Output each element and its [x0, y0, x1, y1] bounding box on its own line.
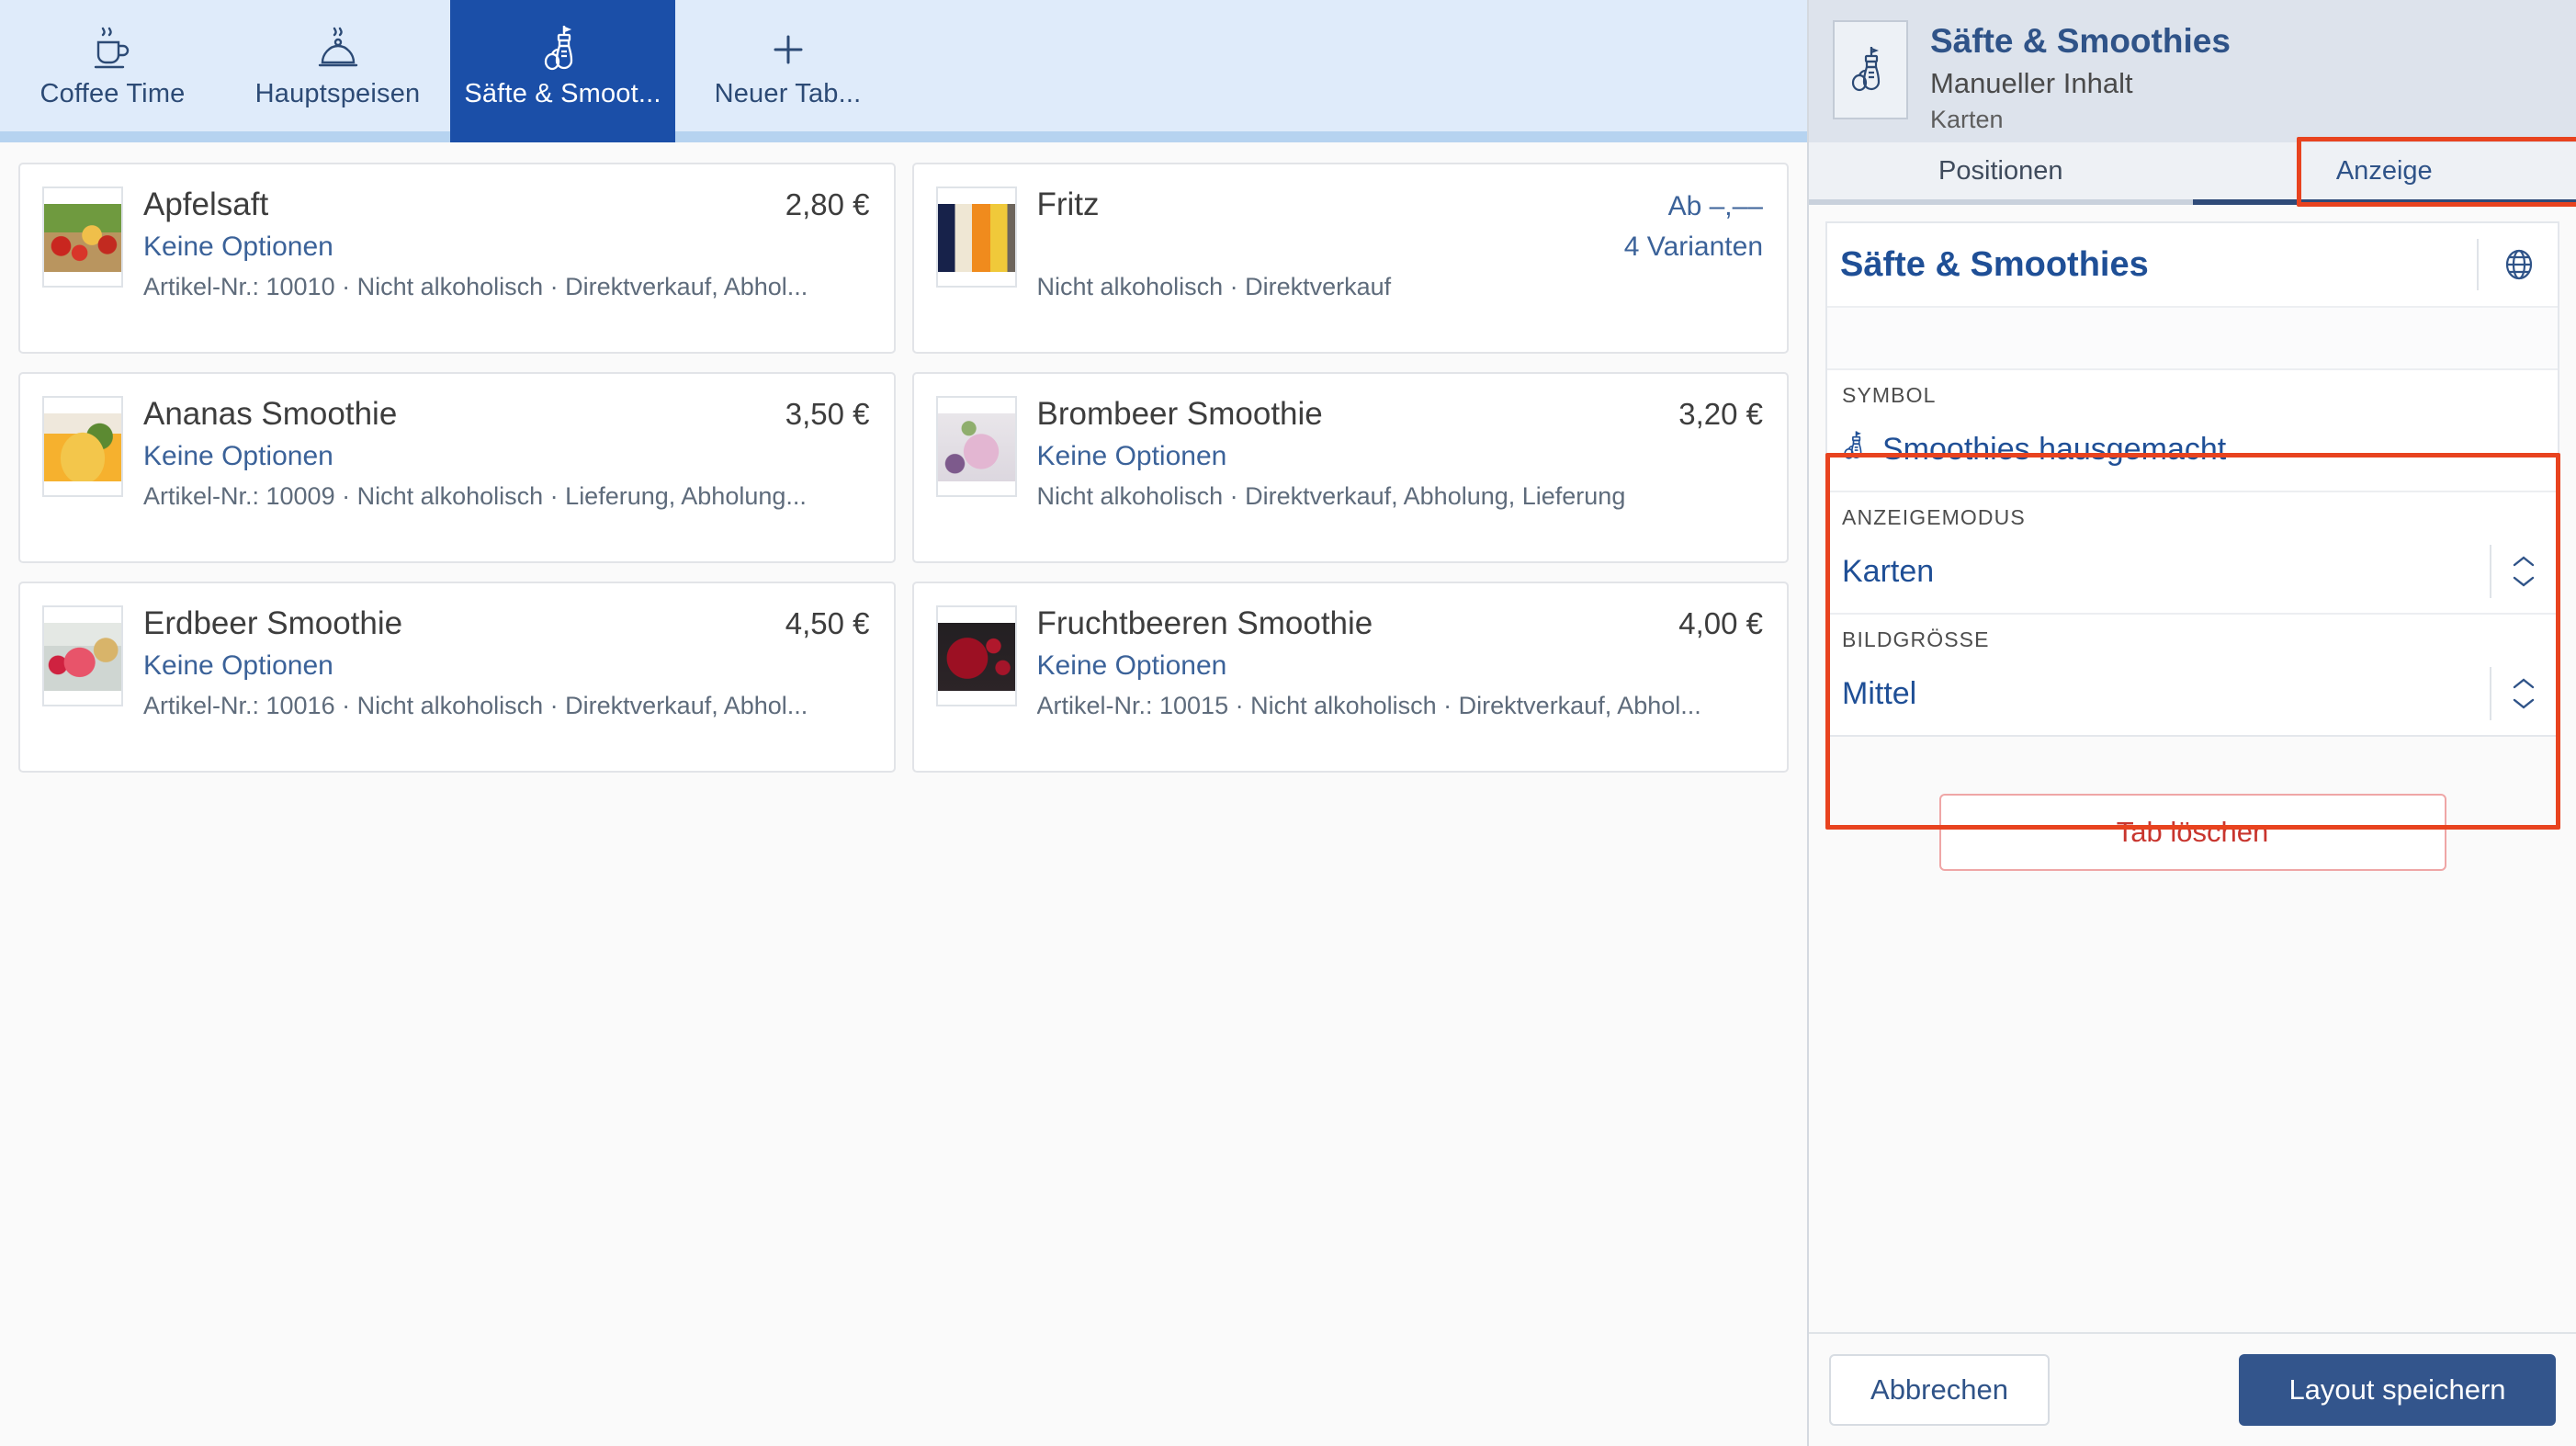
tab-name-row[interactable]: Säfte & Smoothies: [1827, 223, 2558, 308]
category-tabbar: Coffee Time Hauptspeisen Säfte & Smoot..…: [0, 0, 1807, 142]
panel-subtitle: Manueller Inhalt: [1930, 66, 2133, 99]
table-row[interactable]: Erdbeer Smoothie 4,50 € Keine Optionen A…: [18, 582, 896, 773]
field-bildgroesse[interactable]: BILDGRÖßE Mittel: [1827, 615, 2558, 735]
tab-label: Coffee Time: [40, 79, 186, 108]
divider: [2477, 239, 2479, 290]
smoothie-bottle-icon: [1842, 428, 1870, 471]
chevron-down-icon: [2513, 576, 2535, 587]
product-name: Fritz: [1036, 186, 1100, 222]
product-thumbnail: [935, 186, 1017, 288]
product-meta: Artikel-Nr.: 10010 · Nicht alkoholisch ·…: [143, 273, 808, 300]
table-row[interactable]: Fritz Ab –,–– 4 Varianten Nicht alkoholi…: [911, 163, 1789, 354]
tab-label: Säfte & Smoot...: [464, 79, 661, 108]
product-meta: Artikel-Nr.: 10009 · Nicht alkoholisch ·…: [143, 482, 807, 510]
product-price: 2,80 €: [785, 187, 870, 221]
product-meta: Nicht alkoholisch · Direktverkauf: [1036, 273, 1392, 300]
chevron-down-icon: [2513, 698, 2535, 709]
save-layout-button[interactable]: Layout speichern: [2239, 1354, 2556, 1426]
tab-settings-pane: Säfte & Smoothies Manueller Inhalt Karte…: [1807, 0, 2576, 1446]
table-row[interactable]: Fruchtbeeren Smoothie 4,00 € Keine Optio…: [911, 582, 1789, 773]
chevron-up-icon: [2513, 678, 2535, 689]
product-price: Ab –,––: [1667, 191, 1763, 221]
globe-icon[interactable]: [2501, 246, 2537, 283]
panel-header: Säfte & Smoothies Manueller Inhalt Karte…: [1809, 0, 2576, 142]
smoothie-bottle-icon: [1833, 20, 1908, 119]
tab-label: Neuer Tab...: [714, 79, 862, 108]
field-label: ANZEIGEMODUS: [1842, 505, 2026, 529]
field-anzeigemodus[interactable]: ANZEIGEMODUS Karten: [1827, 492, 2558, 615]
product-card-area: Apfelsaft 2,80 € Keine Optionen Artikel-…: [0, 142, 1807, 1446]
bildgroesse-stepper[interactable]: [2490, 667, 2543, 720]
display-settings-form: Säfte & Smoothies SYMBOL Smoothies hausg…: [1825, 221, 2559, 737]
product-variants: 4 Varianten: [1623, 232, 1763, 262]
field-label: SYMBOL: [1842, 383, 1937, 407]
smoothie-bottle-icon: [541, 20, 585, 73]
product-price: 3,50 €: [785, 397, 870, 431]
product-price: 3,20 €: [1678, 397, 1763, 431]
menu-preview-pane: Coffee Time Hauptspeisen Säfte & Smoot..…: [0, 0, 1807, 1446]
product-name: Erdbeer Smoothie: [143, 605, 403, 641]
product-name: Fruchtbeeren Smoothie: [1036, 605, 1373, 641]
tab-coffee-time[interactable]: Coffee Time: [0, 0, 225, 142]
product-options: Keine Optionen: [1036, 650, 1227, 681]
product-price: 4,50 €: [785, 606, 870, 640]
field-value: Smoothies hausgemacht: [1842, 428, 2543, 471]
tab-label: Positionen: [1938, 155, 2063, 186]
product-options: Keine Optionen: [143, 232, 333, 262]
product-thumbnail: [42, 396, 123, 497]
field-label: BILDGRÖßE: [1842, 627, 1990, 651]
product-thumbnail: [935, 605, 1017, 706]
tab-positionen[interactable]: Positionen: [1809, 142, 2193, 199]
plus-icon: [766, 20, 810, 73]
field-symbol[interactable]: SYMBOL Smoothies hausgemacht: [1827, 370, 2558, 492]
panel-footer: Abbrechen Layout speichern: [1809, 1332, 2576, 1446]
product-meta: Artikel-Nr.: 10015 · Nicht alkoholisch ·…: [1036, 692, 1701, 719]
chevron-up-icon: [2513, 556, 2535, 567]
product-name: Brombeer Smoothie: [1036, 396, 1323, 432]
product-card-grid: Apfelsaft 2,80 € Keine Optionen Artikel-…: [18, 163, 1789, 773]
tab-anzeige[interactable]: Anzeige: [2192, 142, 2576, 205]
bildgroesse-value: Mittel: [1842, 675, 1917, 711]
page-title: Säfte & Smoothies: [1930, 22, 2231, 60]
table-row[interactable]: Ananas Smoothie 3,50 € Keine Optionen Ar…: [18, 372, 896, 563]
product-thumbnail: [935, 396, 1017, 497]
tab-hauptspeisen[interactable]: Hauptspeisen: [225, 0, 450, 142]
product-options: Keine Optionen: [1036, 441, 1227, 471]
product-thumbnail: [42, 605, 123, 706]
table-row[interactable]: Brombeer Smoothie 3,20 € Keine Optionen …: [911, 372, 1789, 563]
anzeigemodus-value: Karten: [1842, 553, 1935, 589]
product-options: Keine Optionen: [143, 441, 333, 471]
tab-label: Anzeige: [2335, 155, 2433, 186]
layout-editor-window: Coffee Time Hauptspeisen Säfte & Smoot..…: [0, 0, 2576, 1446]
tab-label: Hauptspeisen: [254, 79, 421, 108]
product-options: Keine Optionen: [143, 650, 333, 681]
panel-tabbar: Positionen Anzeige: [1809, 137, 2576, 207]
tab-name-value: Säfte & Smoothies: [1840, 244, 2149, 284]
coffee-cup-icon: [91, 20, 135, 73]
product-name: Ananas Smoothie: [143, 396, 398, 432]
cloche-icon: [316, 20, 360, 73]
product-meta: Nicht alkoholisch · Direktverkauf, Abhol…: [1036, 482, 1626, 510]
panel-content: Säfte & Smoothies SYMBOL Smoothies hausg…: [1809, 205, 2576, 1332]
product-price: 4,00 €: [1678, 606, 1763, 640]
product-thumbnail: [42, 186, 123, 288]
symbol-label: Smoothies hausgemacht: [1882, 431, 2227, 467]
cancel-button[interactable]: Abbrechen: [1829, 1354, 2050, 1426]
tab-neuer-tab[interactable]: Neuer Tab...: [675, 0, 900, 142]
table-row[interactable]: Apfelsaft 2,80 € Keine Optionen Artikel-…: [18, 163, 896, 354]
panel-display-mode: Karten: [1930, 105, 2004, 133]
anzeigemodus-stepper[interactable]: [2490, 545, 2543, 598]
delete-tab-button[interactable]: Tab löschen: [1938, 794, 2446, 871]
empty-field-row[interactable]: [1827, 308, 2558, 370]
product-name: Apfelsaft: [143, 186, 269, 222]
product-meta: Artikel-Nr.: 10016 · Nicht alkoholisch ·…: [143, 692, 808, 719]
tab-saefte-smoothies[interactable]: Säfte & Smoot...: [450, 0, 675, 142]
